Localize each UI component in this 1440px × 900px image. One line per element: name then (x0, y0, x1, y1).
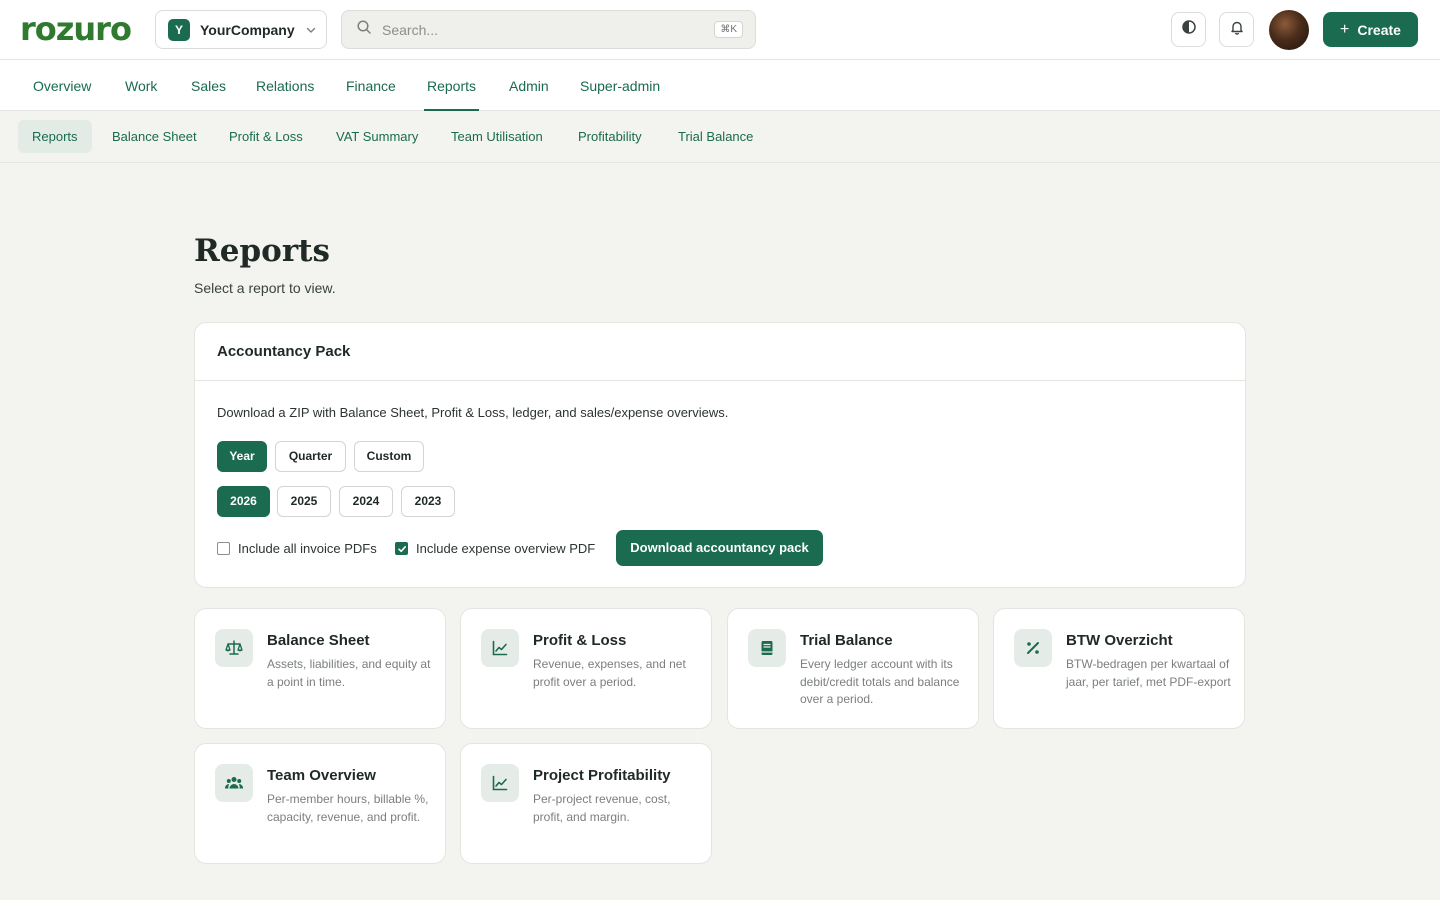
accountancy-pack-title: Accountancy Pack (195, 323, 1245, 381)
percent-icon (1014, 629, 1052, 667)
check-icon (397, 545, 406, 552)
create-button[interactable]: + Create (1323, 12, 1418, 47)
contrast-icon (1181, 19, 1197, 40)
report-card-description: Every ledger account with its debit/cred… (800, 657, 960, 706)
notifications-button[interactable] (1219, 12, 1254, 47)
create-label: Create (1357, 21, 1401, 38)
tab-super-admin[interactable]: Super-admin (580, 60, 660, 111)
bell-icon (1229, 19, 1245, 40)
report-card-team-overview[interactable]: Team Overview Per-member hours, billable… (194, 743, 446, 864)
accountancy-pack-description: Download a ZIP with Balance Sheet, Profi… (217, 405, 729, 420)
company-initial-badge: Y (168, 18, 190, 41)
tab-overview[interactable]: Overview (33, 60, 91, 111)
avatar[interactable] (1269, 10, 1309, 50)
period-custom-button[interactable]: Custom (354, 441, 424, 472)
report-card-description: Per-project revenue, cost, profit, and m… (533, 792, 671, 824)
company-switcher[interactable]: Y YourCompany (155, 10, 327, 49)
search-box[interactable]: Search... ⌘K (341, 10, 756, 49)
line-chart-icon (481, 764, 519, 802)
download-accountancy-pack-button[interactable]: Download accountancy pack (616, 530, 823, 566)
year-2024-button[interactable]: 2024 (339, 486, 393, 517)
users-icon (215, 764, 253, 802)
plus-icon: + (1340, 20, 1350, 38)
company-name: YourCompany (200, 21, 295, 38)
year-2026-button[interactable]: 2026 (217, 486, 270, 517)
report-card-profit-loss[interactable]: Profit & Loss Revenue, expenses, and net… (460, 608, 712, 729)
main-nav: Overview Work Sales Relations Finance Re… (0, 60, 1440, 111)
checkbox-unchecked[interactable] (217, 542, 230, 555)
scale-icon (215, 629, 253, 667)
subtab-team-utilisation[interactable]: Team Utilisation (437, 120, 557, 153)
subtab-vat-summary[interactable]: VAT Summary (322, 120, 432, 153)
book-icon (748, 629, 786, 667)
line-chart-icon (481, 629, 519, 667)
report-card-title: BTW Overzicht (1066, 632, 1173, 649)
subtab-reports[interactable]: Reports (18, 120, 92, 153)
report-card-btw-overzicht[interactable]: BTW Overzicht BTW-bedragen per kwartaal … (993, 608, 1245, 729)
theme-toggle-button[interactable] (1171, 12, 1206, 47)
subtab-profitability[interactable]: Profitability (564, 120, 656, 153)
include-invoices-label: Include all invoice PDFs (238, 541, 377, 556)
tab-sales[interactable]: Sales (191, 60, 226, 111)
include-expense-checkbox[interactable]: Include expense overview PDF (395, 541, 595, 556)
report-card-title: Trial Balance (800, 632, 893, 649)
report-card-trial-balance[interactable]: Trial Balance Every ledger account with … (727, 608, 979, 729)
include-expense-label: Include expense overview PDF (416, 541, 596, 556)
report-card-description: Per-member hours, billable %, capacity, … (267, 792, 429, 824)
tab-finance[interactable]: Finance (346, 60, 396, 111)
page-subtitle: Select a report to view. (194, 280, 336, 296)
accountancy-pack-card: Accountancy Pack Download a ZIP with Bal… (194, 322, 1246, 588)
search-input[interactable]: Search... (382, 22, 714, 38)
sub-nav: Reports Balance Sheet Profit & Loss VAT … (0, 111, 1440, 163)
subtab-profit-loss[interactable]: Profit & Loss (215, 120, 317, 153)
year-2025-button[interactable]: 2025 (277, 486, 331, 517)
report-card-title: Project Profitability (533, 767, 671, 784)
search-icon (356, 19, 372, 40)
report-card-title: Balance Sheet (267, 632, 370, 649)
logo[interactable]: rozuro (20, 10, 132, 48)
report-card-title: Profit & Loss (533, 632, 627, 649)
page-title: Reports (194, 233, 330, 269)
checkbox-checked[interactable] (395, 542, 408, 555)
period-year-button[interactable]: Year (217, 441, 267, 472)
tab-work[interactable]: Work (125, 60, 157, 111)
top-bar: rozuro Y YourCompany Search... ⌘K + Crea… (0, 0, 1440, 60)
report-card-project-profitability[interactable]: Project Profitability Per-project revenu… (460, 743, 712, 864)
include-invoices-checkbox[interactable]: Include all invoice PDFs (217, 541, 377, 556)
chevron-down-icon (305, 24, 317, 36)
year-2023-button[interactable]: 2023 (401, 486, 455, 517)
report-card-description: Revenue, expenses, and net profit over a… (533, 657, 686, 689)
subtab-trial-balance[interactable]: Trial Balance (664, 120, 767, 153)
tab-reports[interactable]: Reports (423, 60, 480, 111)
report-card-description: Assets, liabilities, and equity at a poi… (267, 657, 431, 689)
search-shortcut-badge: ⌘K (714, 21, 743, 38)
report-card-description: BTW-bedragen per kwartaal of jaar, per t… (1066, 657, 1231, 689)
period-quarter-button[interactable]: Quarter (275, 441, 346, 472)
report-card-balance-sheet[interactable]: Balance Sheet Assets, liabilities, and e… (194, 608, 446, 729)
report-card-title: Team Overview (267, 767, 376, 784)
tab-relations[interactable]: Relations (256, 60, 314, 111)
tab-admin[interactable]: Admin (509, 60, 549, 111)
subtab-balance-sheet[interactable]: Balance Sheet (98, 120, 211, 153)
